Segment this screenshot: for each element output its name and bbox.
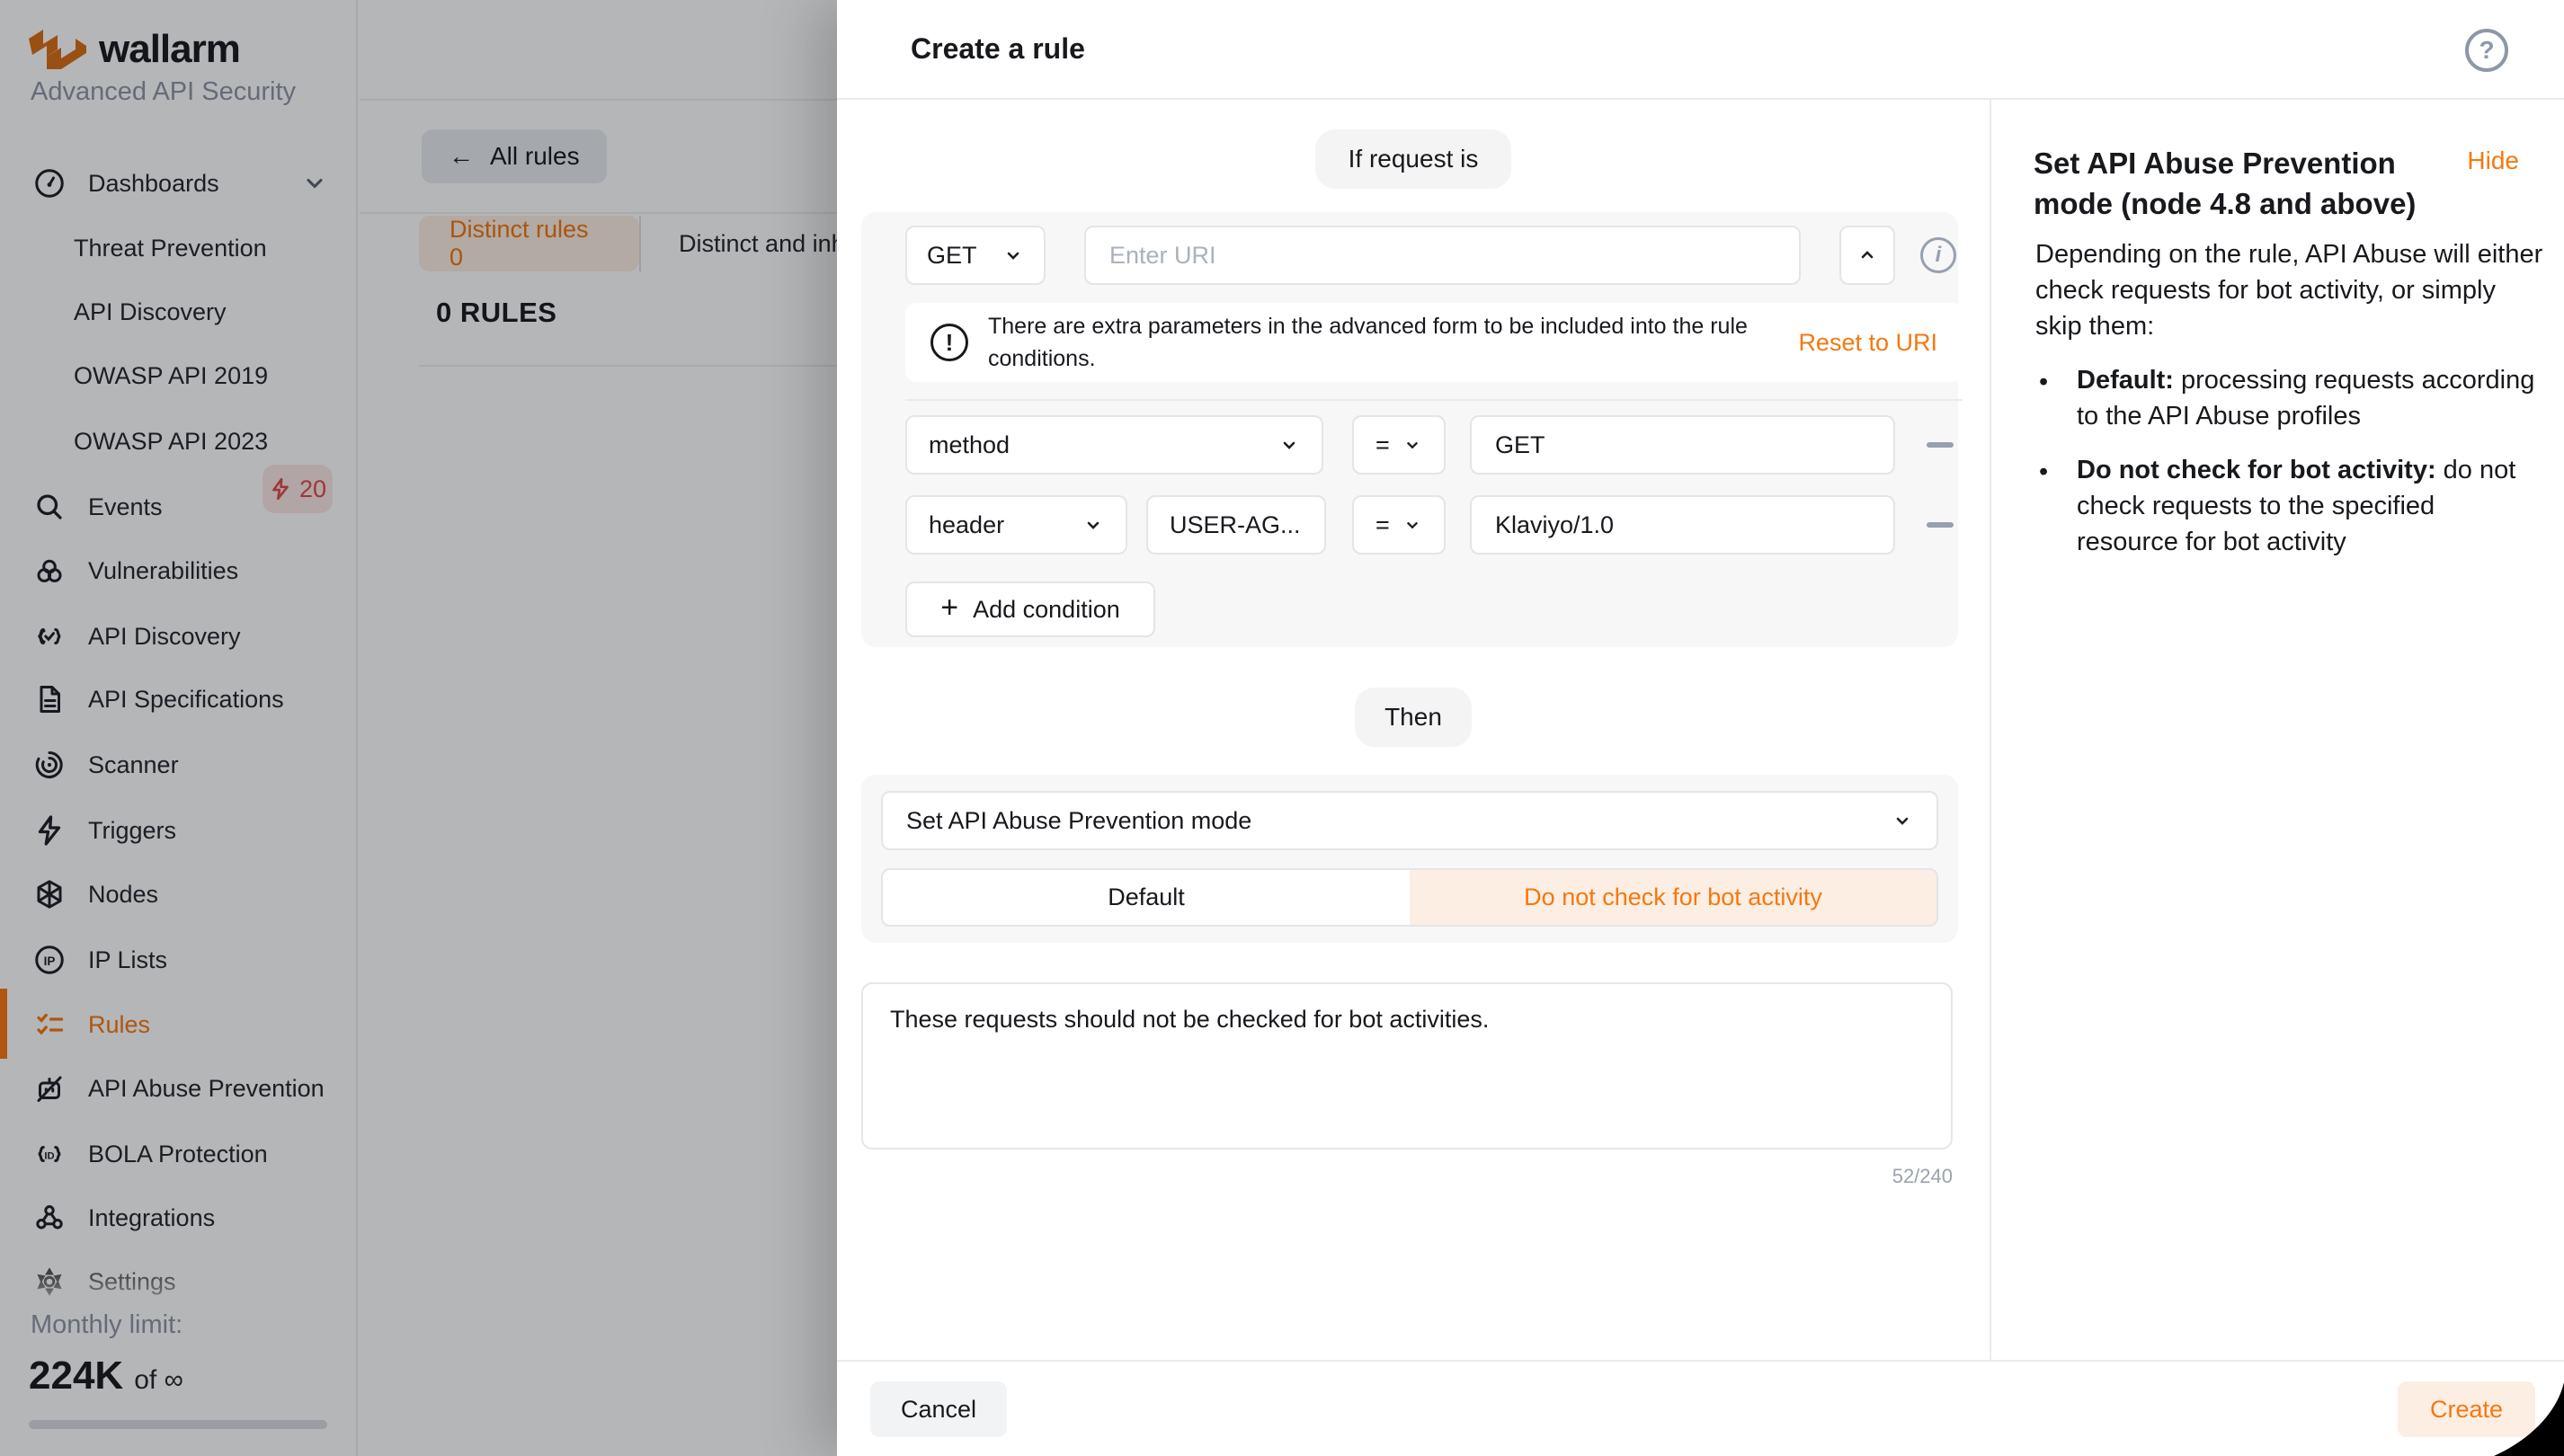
create-button[interactable]: Create [2398, 1381, 2535, 1437]
reset-to-uri-link[interactable]: Reset to URI [1798, 329, 1937, 357]
bullet-icon: • [2039, 364, 2048, 400]
help-icon[interactable]: ? [2465, 29, 2508, 72]
alert-message: There are extra parameters in the advanc… [988, 310, 1778, 375]
chevron-down-icon [1002, 244, 1024, 266]
help-panel-intro: Depending on the rule, API Abuse will ei… [2035, 236, 2544, 344]
bullet-icon: • [2039, 454, 2048, 490]
rule-builder-column: If request is GET i [837, 100, 1990, 1360]
if-request-is-pill: If request is [1315, 129, 1511, 189]
help-bullet-default: • Default: processing requests according… [2035, 362, 2539, 434]
condition2-remove-button[interactable] [1927, 522, 1954, 528]
method-select-value: GET [927, 242, 977, 270]
mode-option-default[interactable]: Default [883, 870, 1410, 925]
rule-action-select[interactable]: Set API Abuse Prevention mode [881, 791, 1938, 850]
chevron-down-icon [1278, 434, 1300, 456]
condition1-field-select[interactable]: method [905, 415, 1323, 475]
method-select-uri-row[interactable]: GET [905, 226, 1046, 285]
conditions-divider [905, 399, 1963, 401]
info-icon[interactable]: i [1920, 237, 1956, 273]
condition1-remove-button[interactable] [1927, 442, 1954, 448]
help-panel-title: Set API Abuse Prevention mode (node 4.8 … [2034, 143, 2440, 224]
condition2-field-select[interactable]: header [905, 495, 1127, 555]
extra-parameters-alert: ! There are extra parameters in the adva… [905, 303, 1963, 382]
app-root: wallarm Advanced API Security Dashboards… [0, 0, 2564, 1456]
hide-help-link[interactable]: Hide [2467, 146, 2519, 175]
add-condition-button[interactable]: + Add condition [905, 582, 1155, 637]
condition1-operator-value: = [1375, 431, 1390, 459]
drawer-title: Create a rule [911, 32, 1085, 66]
rule-action-value: Set API Abuse Prevention mode [906, 807, 1251, 835]
mode-segmented-control: Default Do not check for bot activity [881, 868, 1938, 927]
create-rule-drawer: Create a rule ? If request is GET [837, 0, 2564, 1456]
collapse-advanced-button[interactable] [1839, 226, 1895, 285]
uri-input[interactable] [1109, 242, 1776, 270]
condition2-header-name-input[interactable]: USER-AG... [1146, 495, 1326, 555]
then-pill: Then [1355, 688, 1472, 747]
condition2-value-input-wrap: Klaviyo/1.0 [1470, 495, 1895, 555]
chevron-up-icon [1856, 244, 1878, 266]
uri-input-wrap [1084, 226, 1801, 285]
help-bullet-do-not-check: • Do not check for bot activity: do not … [2035, 452, 2539, 560]
bullet-term: Default: [2077, 366, 2174, 395]
conditions-card: GET i ! There are extra parameters i [861, 212, 1958, 647]
condition2-operator-value: = [1375, 511, 1390, 539]
character-counter: 52/240 [861, 1165, 1953, 1188]
cancel-button[interactable]: Cancel [870, 1381, 1007, 1437]
condition2-field-value: header [929, 511, 1004, 539]
exclamation-icon: ! [930, 324, 968, 361]
add-condition-label: Add condition [973, 596, 1120, 624]
drawer-footer: Cancel Create [837, 1360, 2564, 1456]
condition1-field-value: method [929, 431, 1010, 459]
condition2-header-name: USER-AG... [1170, 511, 1301, 539]
chevron-down-icon [1082, 514, 1104, 536]
action-card: Set API Abuse Prevention mode Default Do… [861, 775, 1958, 943]
question-mark-glyph: ? [2479, 36, 2494, 65]
drawer-header: Create a rule ? [837, 0, 2564, 100]
condition2-operator-select[interactable]: = [1352, 495, 1446, 555]
chevron-down-icon [1892, 810, 1913, 831]
condition1-value-input-wrap: GET [1470, 415, 1895, 475]
condition1-operator-select[interactable]: = [1352, 415, 1446, 475]
condition2-value[interactable]: Klaviyo/1.0 [1495, 511, 1614, 539]
chevron-down-icon [1402, 515, 1422, 535]
bullet-term: Do not check for bot activity: [2077, 456, 2436, 484]
mode-option-do-not-check[interactable]: Do not check for bot activity [1410, 870, 1936, 925]
rule-comment-textarea[interactable]: These requests should not be checked for… [861, 982, 1953, 1150]
help-panel: Set API Abuse Prevention mode (node 4.8 … [1990, 100, 2564, 1360]
chevron-down-icon [1402, 435, 1422, 455]
condition1-value[interactable]: GET [1495, 431, 1545, 459]
